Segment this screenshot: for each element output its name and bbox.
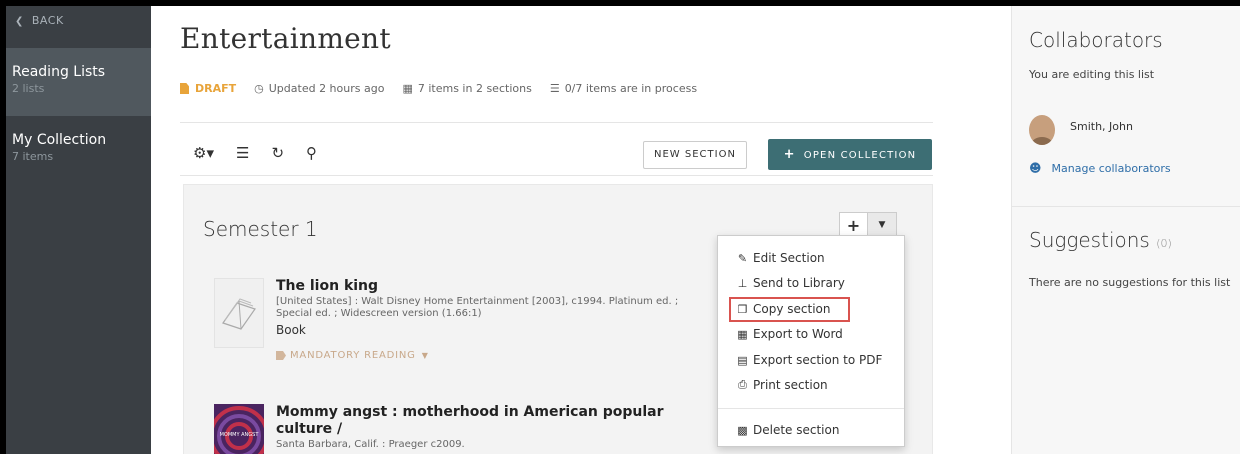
no-suggestions-text: There are no suggestions for this list	[1029, 276, 1231, 289]
book-icon: ▦	[402, 82, 413, 95]
menu-item-export-pdf[interactable]: ▤ Export section to PDF	[735, 353, 882, 367]
collaborator: Smith, John	[1029, 115, 1133, 145]
item-type: Book	[276, 323, 306, 337]
sidebar-item-title: Reading Lists	[12, 64, 106, 80]
process-meta: ☰ 0/7 items are in process	[550, 82, 697, 95]
menu-item-send-to-library[interactable]: ⊥ Send to Library	[735, 276, 845, 290]
list-view-icon[interactable]: ☰	[236, 144, 249, 162]
collaborators-title: Collaborators	[1029, 28, 1163, 52]
sidebar-item-subtitle: 7 items	[12, 150, 54, 163]
page-title: Entertainment	[180, 22, 391, 55]
print-icon: ⎙	[738, 378, 747, 391]
avatar	[1029, 115, 1055, 145]
item-body: Mommy angst : motherhood in American pop…	[276, 404, 696, 451]
draft-icon	[180, 83, 189, 94]
refresh-icon[interactable]: ↻	[271, 144, 284, 162]
search-icon[interactable]: ⚲	[306, 144, 317, 162]
menu-item-label: Send to Library	[753, 276, 845, 290]
divider	[180, 175, 933, 176]
status-badge: DRAFT	[180, 82, 236, 95]
menu-item-label: Delete section	[753, 423, 840, 437]
menu-divider	[718, 408, 904, 409]
tool-icons: ⚙▾ ☰ ↻ ⚲	[193, 144, 339, 162]
sidebar-item-subtitle: 2 lists	[12, 82, 45, 95]
tag-icon	[276, 351, 286, 360]
pdf-icon: ▤	[737, 353, 748, 367]
caret-down-icon: ▼	[421, 351, 429, 360]
plus-icon: +	[783, 147, 796, 162]
open-collection-button[interactable]: + OPEN COLLECTION	[768, 139, 932, 170]
toolbar: ⚙▾ ☰ ↻ ⚲ NEW SECTION + OPEN COLLECTION	[180, 136, 933, 172]
divider	[180, 122, 933, 123]
new-section-button[interactable]: NEW SECTION	[643, 141, 747, 169]
menu-item-label: Export to Word	[753, 327, 843, 341]
right-pane: Collaborators You are editing this list …	[1011, 6, 1240, 454]
updated-text: Updated 2 hours ago	[268, 82, 385, 95]
section-title: Semester 1	[203, 217, 318, 241]
back-label: BACK	[31, 14, 64, 27]
pin-icon: ⊥	[737, 276, 748, 290]
manage-label: Manage collaborators	[1051, 161, 1171, 175]
window-frame: ❮ BACK Reading Lists 2 lists My Collecti…	[0, 0, 1240, 454]
open-collection-label: OPEN COLLECTION	[803, 150, 917, 161]
cover-image: MOMMY ANGST	[214, 404, 264, 454]
book-icon	[222, 298, 256, 330]
users-icon: ☻	[1029, 161, 1042, 175]
sidebar-item-title: My Collection	[12, 132, 107, 148]
items-text: 7 items in 2 sections	[417, 82, 532, 95]
section-dropdown-menu: ✎ Edit Section ⊥ Send to Library ❐ Copy …	[717, 235, 905, 447]
cover-text: MOMMY ANGST	[220, 432, 260, 438]
suggestions-count: (0)	[1156, 237, 1172, 250]
menu-item-label: Print section	[753, 378, 828, 392]
items-meta: ▦ 7 items in 2 sections	[402, 82, 531, 95]
menu-item-label: Export section to PDF	[753, 353, 883, 367]
list-meta: DRAFT ◷ Updated 2 hours ago ▦ 7 items in…	[180, 82, 715, 95]
collaborator-name: Smith, John	[1070, 119, 1133, 133]
trash-icon: ▩	[737, 423, 748, 437]
back-link[interactable]: ❮ BACK	[6, 6, 151, 48]
menu-item-delete-section[interactable]: ▩ Delete section	[735, 423, 839, 437]
tag-label: MANDATORY READING	[290, 350, 416, 361]
item-title[interactable]: The lion king	[276, 278, 696, 295]
menu-item-edit-section[interactable]: ✎ Edit Section	[735, 251, 825, 265]
sidebar-item-my-collection[interactable]: My Collection 7 items	[6, 116, 151, 184]
sidebar-item-reading-lists[interactable]: Reading Lists 2 lists	[6, 48, 151, 116]
item-thumbnail	[214, 278, 264, 348]
highlight-box	[729, 297, 850, 322]
editing-text: You are editing this list	[1029, 68, 1155, 81]
clock-icon: ◷	[254, 82, 264, 95]
item-title[interactable]: Mommy angst : motherhood in American pop…	[276, 404, 696, 438]
item-body: The lion king [United States] : Walt Dis…	[276, 278, 696, 361]
sidebar: ❮ BACK Reading Lists 2 lists My Collecti…	[6, 6, 151, 454]
reading-tag[interactable]: MANDATORY READING ▼	[276, 350, 696, 361]
item-description: [United States] : Walt Disney Home Enter…	[276, 296, 679, 319]
item-thumbnail: MOMMY ANGST	[214, 404, 264, 454]
word-icon: ▦	[737, 327, 748, 341]
app: ❮ BACK Reading Lists 2 lists My Collecti…	[6, 6, 1240, 454]
pencil-icon: ✎	[737, 251, 748, 265]
status-label: DRAFT	[195, 82, 237, 95]
process-text: 0/7 items are in process	[564, 82, 698, 95]
list-icon: ☰	[549, 82, 560, 95]
gear-icon[interactable]: ⚙▾	[193, 144, 214, 162]
suggestions-title: Suggestions (0)	[1029, 228, 1172, 252]
suggestions-label: Suggestions	[1029, 228, 1150, 252]
manage-collaborators-link[interactable]: ☻ Manage collaborators	[1029, 161, 1171, 175]
chevron-left-icon: ❮	[15, 16, 24, 27]
menu-item-label: Edit Section	[753, 251, 825, 265]
menu-item-export-word[interactable]: ▦ Export to Word	[735, 327, 843, 341]
updated-meta: ◷ Updated 2 hours ago	[254, 82, 384, 95]
menu-item-print-section[interactable]: ⎙ Print section	[735, 378, 828, 392]
divider	[1012, 206, 1240, 207]
item-description: Santa Barbara, Calif. : Praeger c2009.	[276, 439, 465, 450]
